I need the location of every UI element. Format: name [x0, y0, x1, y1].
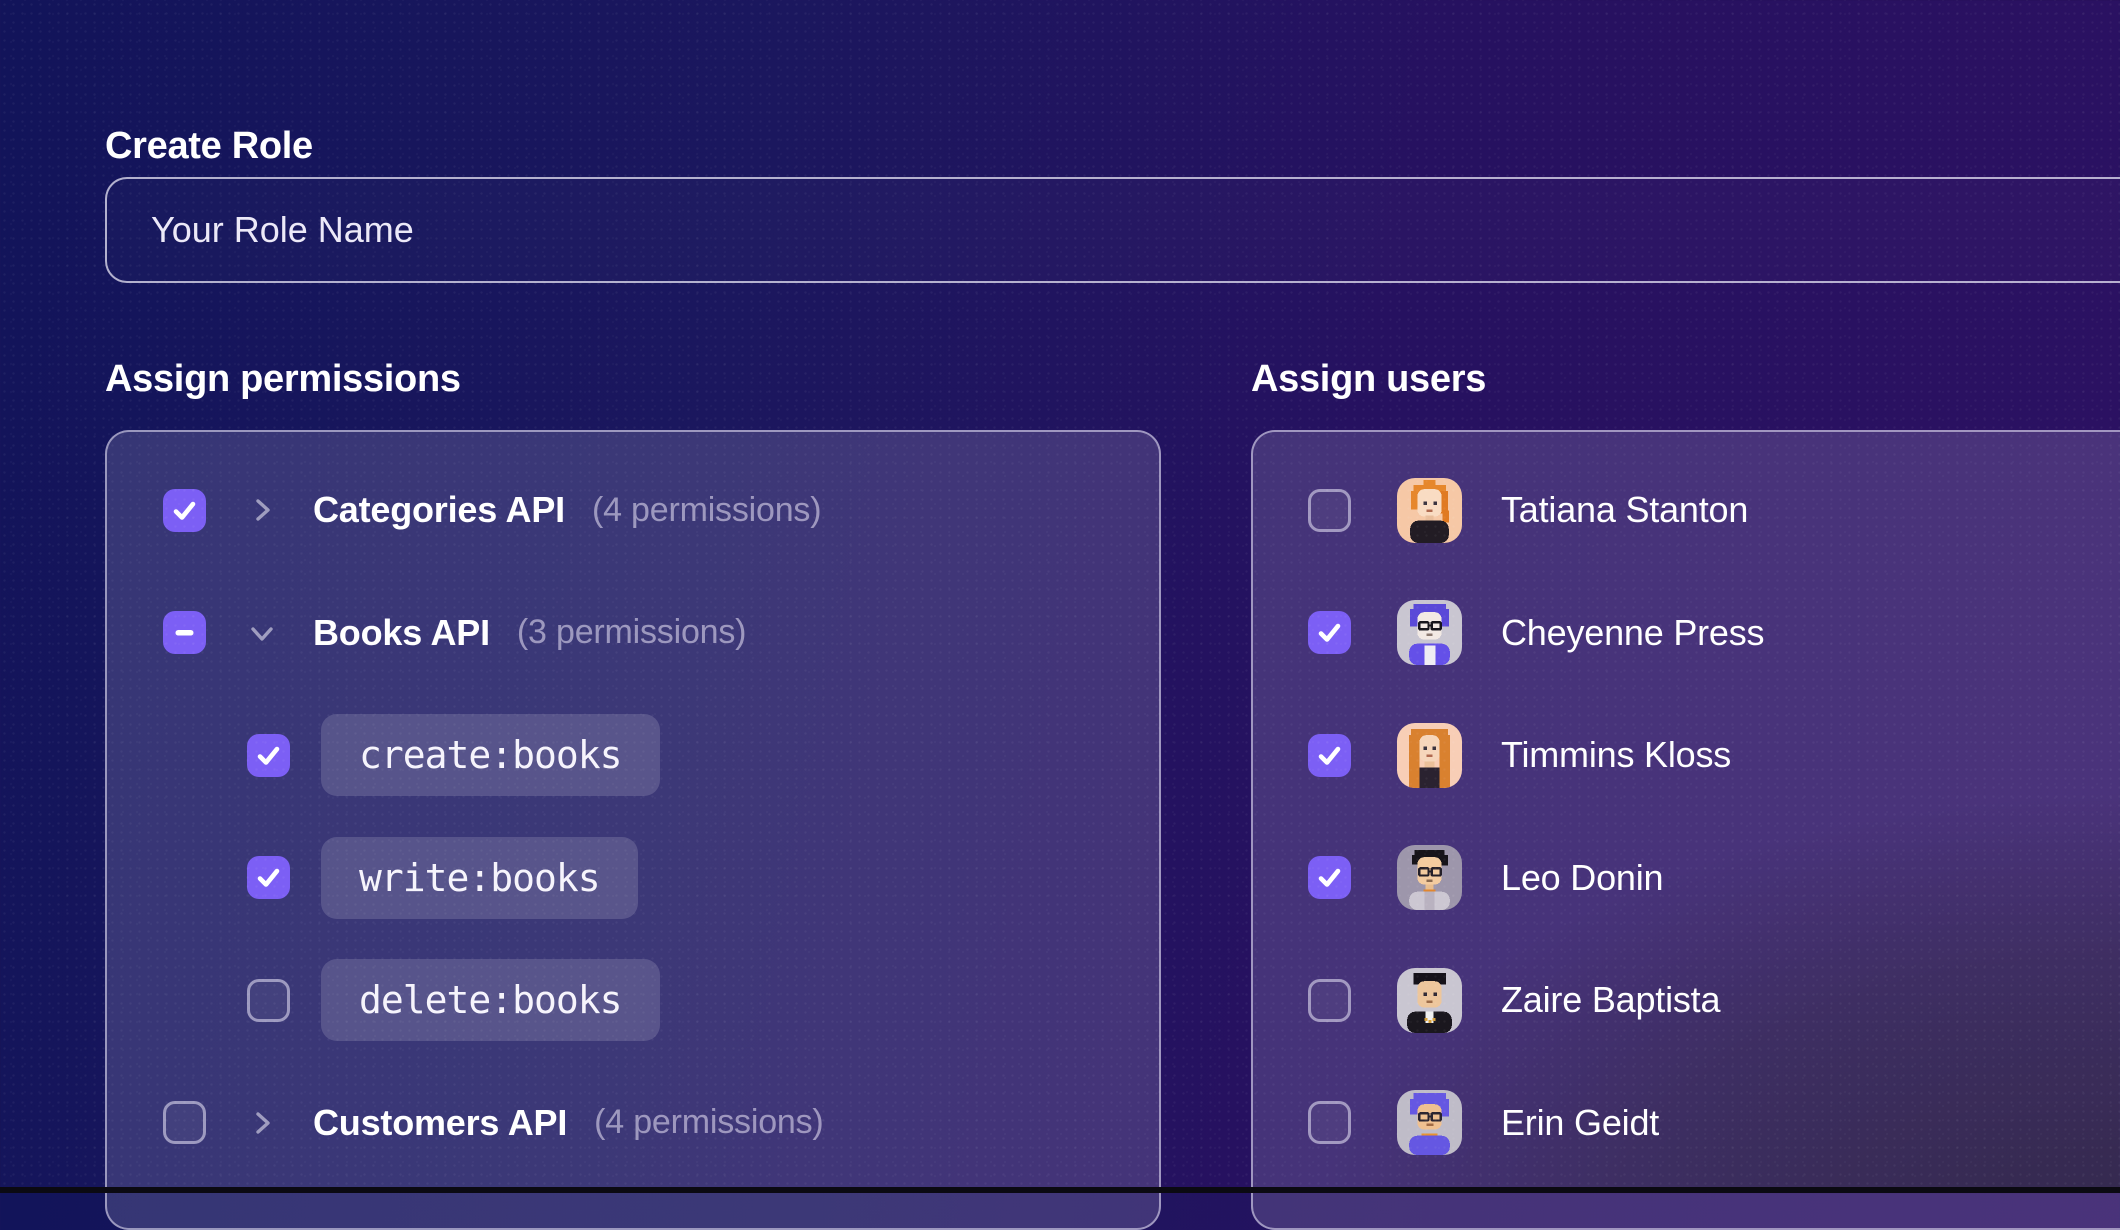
role-name-input[interactable]: [105, 177, 2120, 283]
user-checkbox[interactable]: [1308, 734, 1351, 777]
chevron-down-icon[interactable]: [247, 618, 277, 648]
avatar: [1397, 478, 1462, 543]
permission-row-create-books: create:books: [107, 694, 1159, 817]
user-row[interactable]: Tatiana Stanton: [1253, 449, 2120, 572]
check-icon: [1316, 619, 1343, 646]
permission-tag[interactable]: delete:books: [321, 959, 660, 1041]
check-icon: [1316, 742, 1343, 769]
assign-users-heading: Assign users: [1251, 358, 1486, 401]
indeterminate-icon: [171, 619, 198, 646]
permission-group-count: (3 permissions): [517, 613, 746, 652]
permission-group-name: Categories API: [313, 489, 565, 531]
check-icon: [171, 497, 198, 524]
user-checkbox[interactable]: [1308, 979, 1351, 1022]
write-books-checkbox[interactable]: [247, 856, 290, 899]
permissions-card: Categories API (4 permissions) Books API…: [105, 430, 1161, 1230]
user-checkbox[interactable]: [1308, 1101, 1351, 1144]
user-row[interactable]: Timmins Kloss: [1253, 694, 2120, 817]
users-card: Tatiana Stanton Cheyenne Press: [1251, 430, 2120, 1230]
permission-group-count: (4 permissions): [594, 1103, 823, 1142]
check-icon: [255, 742, 282, 769]
user-row[interactable]: Cheyenne Press: [1253, 572, 2120, 695]
permission-tag[interactable]: create:books: [321, 714, 660, 796]
user-name: Leo Donin: [1501, 857, 1663, 899]
permission-row-write-books: write:books: [107, 817, 1159, 940]
permission-group-row-books: Books API (3 permissions): [107, 572, 1159, 695]
permission-group-row-customers: Customers API (4 permissions): [107, 1062, 1159, 1185]
page-title: Create Role: [105, 125, 313, 168]
books-api-checkbox[interactable]: [163, 611, 206, 654]
permission-group-row-categories: Categories API (4 permissions): [107, 449, 1159, 572]
bottom-edge-bar: [0, 1187, 2120, 1193]
create-books-checkbox[interactable]: [247, 734, 290, 777]
user-row[interactable]: Leo Donin: [1253, 817, 2120, 940]
customers-api-checkbox[interactable]: [163, 1101, 206, 1144]
user-row[interactable]: Zaire Baptista: [1253, 939, 2120, 1062]
categories-api-checkbox[interactable]: [163, 489, 206, 532]
avatar: [1397, 968, 1462, 1033]
permission-group-count: (4 permissions): [592, 491, 821, 530]
chevron-right-icon[interactable]: [247, 1108, 277, 1138]
assign-permissions-heading: Assign permissions: [105, 358, 461, 401]
permission-group-name: Customers API: [313, 1102, 567, 1144]
user-name: Zaire Baptista: [1501, 979, 1720, 1021]
permission-tag[interactable]: write:books: [321, 837, 638, 919]
permission-row-delete-books: delete:books: [107, 939, 1159, 1062]
avatar: [1397, 1090, 1462, 1155]
avatar: [1397, 600, 1462, 665]
user-name: Erin Geidt: [1501, 1102, 1659, 1144]
avatar: [1397, 723, 1462, 788]
user-name: Cheyenne Press: [1501, 612, 1764, 654]
check-icon: [255, 864, 282, 891]
check-icon: [1316, 864, 1343, 891]
avatar: [1397, 845, 1462, 910]
user-name: Tatiana Stanton: [1501, 489, 1748, 531]
chevron-right-icon[interactable]: [247, 495, 277, 525]
permission-group-name: Books API: [313, 612, 490, 654]
user-checkbox[interactable]: [1308, 489, 1351, 532]
user-name: Timmins Kloss: [1501, 734, 1731, 776]
delete-books-checkbox[interactable]: [247, 979, 290, 1022]
user-checkbox[interactable]: [1308, 611, 1351, 654]
user-checkbox[interactable]: [1308, 856, 1351, 899]
user-row[interactable]: Erin Geidt: [1253, 1062, 2120, 1185]
